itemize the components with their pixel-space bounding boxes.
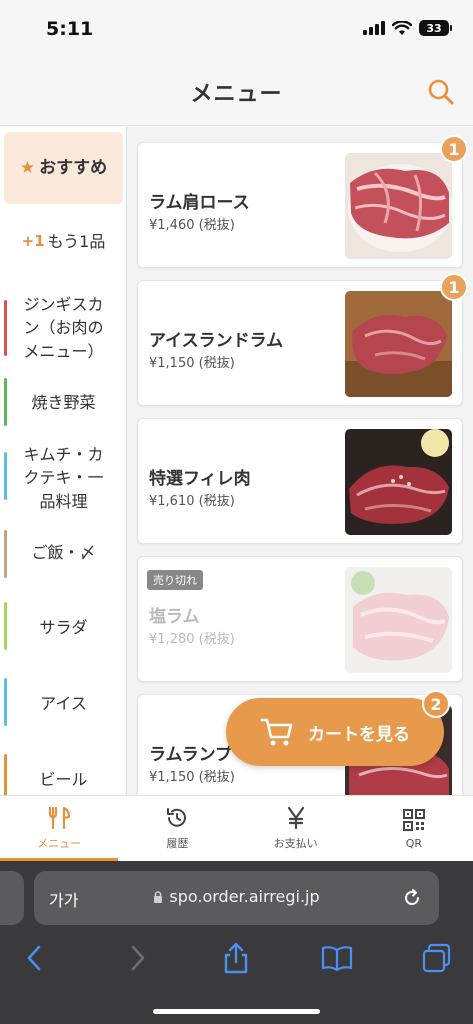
category-beer[interactable]: ビール <box>0 732 126 795</box>
menu-item-price: ¥1,280 (税抜) <box>149 632 235 647</box>
signal-icon <box>363 21 385 35</box>
plus-one-icon: +1 <box>21 232 45 251</box>
category-sidebar: ★ おすすめ +1 もう1品 ジンギスカ ン（お肉の メニュー） 焼き野菜 キム… <box>0 127 127 795</box>
fork-knife-icon <box>49 806 71 830</box>
tab-qr[interactable]: QR <box>355 796 473 861</box>
category-color-bar <box>4 678 7 726</box>
status-icons: 33 <box>363 20 452 36</box>
category-label: アイス <box>40 694 87 714</box>
reload-icon[interactable] <box>401 887 423 909</box>
category-label: おすすめ <box>39 157 108 178</box>
search-icon[interactable] <box>427 78 455 106</box>
yen-icon <box>287 806 304 830</box>
url-text: spo.order.airregi.jp <box>169 887 320 906</box>
tab-label: QR <box>405 836 423 850</box>
tabs-icon[interactable] <box>420 941 454 975</box>
category-label: ご飯・〆 <box>31 543 96 563</box>
category-color-bar <box>4 530 7 578</box>
tab-payment[interactable]: お支払い <box>237 796 355 861</box>
share-icon[interactable] <box>219 941 253 975</box>
category-recommended[interactable]: ★ おすすめ <box>4 132 123 204</box>
category-label: サラダ <box>39 618 88 638</box>
page-title: メニュー <box>190 82 283 107</box>
sold-out-badge: 売り切れ <box>147 570 203 590</box>
quantity-badge: 1 <box>440 135 468 163</box>
category-color-bar <box>4 378 7 426</box>
category-rice[interactable]: ご飯・〆 <box>0 526 126 580</box>
menu-item-price: ¥1,460 (税抜) <box>149 218 235 233</box>
category-label: ビール <box>39 770 88 790</box>
category-grilled-vegetables[interactable]: 焼き野菜 <box>0 376 126 430</box>
menu-item-name: アイスランドラム <box>149 331 284 351</box>
history-icon <box>167 808 187 827</box>
bottom-tab-bar: メニュー 履歴 お支払い QR <box>0 795 473 861</box>
lock-icon <box>154 891 163 903</box>
menu-item-photo <box>345 153 452 259</box>
home-indicator <box>153 1009 320 1014</box>
category-ice[interactable]: アイス <box>0 656 126 732</box>
star-icon: ★ <box>19 157 36 178</box>
menu-item-name: 特選フィレ肉 <box>149 469 251 489</box>
category-color-bar <box>4 452 7 500</box>
menu-item-card-sold-out[interactable]: 売り切れ 塩ラム ¥1,280 (税抜) <box>137 556 463 682</box>
cart-icon <box>260 718 293 746</box>
tab-history[interactable]: 履歴 <box>118 796 236 861</box>
browser-chrome: 가가 spo.order.airregi.jp <box>0 861 473 1024</box>
status-bar: 5:11 33 <box>0 0 473 58</box>
view-cart-button[interactable]: カートを見る 2 <box>226 690 450 766</box>
category-label: キムチ・カ クテキ・一 品料理 <box>23 445 104 511</box>
menu-item-photo <box>345 429 452 535</box>
tab-label: 履歴 <box>166 837 189 850</box>
category-color-bar <box>4 300 7 356</box>
forward-icon[interactable] <box>120 941 154 975</box>
back-icon[interactable] <box>18 941 52 975</box>
category-label: もう1品 <box>47 232 106 252</box>
cart-count-badge: 2 <box>422 690 450 718</box>
menu-item-price: ¥1,610 (税抜) <box>149 494 235 509</box>
wifi-icon <box>392 20 412 35</box>
app-header: メニュー <box>0 58 473 126</box>
category-label: 焼き野菜 <box>31 393 96 413</box>
category-one-more[interactable]: +1 もう1品 <box>0 204 126 280</box>
category-jingisukan[interactable]: ジンギスカ ン（お肉の メニュー） <box>0 280 126 376</box>
quantity-badge: 1 <box>440 273 468 301</box>
category-color-bar <box>4 754 7 795</box>
menu-item-photo <box>345 291 452 397</box>
previous-tab-preview[interactable] <box>0 871 24 925</box>
qr-code-icon <box>402 808 425 831</box>
menu-item-photo <box>345 567 452 673</box>
bookmarks-icon[interactable] <box>320 941 354 975</box>
category-salad[interactable]: サラダ <box>0 580 126 656</box>
browser-toolbar <box>0 941 473 981</box>
menu-item-card[interactable]: ラム肩ロース ¥1,460 (税抜) 1 <box>137 135 468 268</box>
category-color-bar <box>4 602 7 650</box>
view-cart-label: カートを見る <box>308 724 410 745</box>
menu-item-name: ラム肩ロース <box>149 193 250 213</box>
menu-item-name: ラムランプ <box>149 745 233 765</box>
menu-item-price: ¥1,150 (税抜) <box>149 356 235 371</box>
category-kimchi[interactable]: キムチ・カ クテキ・一 品料理 <box>0 430 126 526</box>
category-label: ジンギスカ ン（お肉の メニュー） <box>23 295 104 361</box>
tab-label: お支払い <box>273 837 318 850</box>
battery-icon: 33 <box>419 20 452 36</box>
menu-item-price: ¥1,150 (税抜) <box>149 770 235 785</box>
tab-menu[interactable]: メニュー <box>0 796 119 861</box>
menu-list[interactable]: ラム肩ロース ¥1,460 (税抜) 1 アイスランドラム ¥1,150 (税抜… <box>127 127 473 795</box>
battery-level: 33 <box>426 21 442 35</box>
address-bar[interactable]: 가가 spo.order.airregi.jp <box>34 871 439 925</box>
status-time: 5:11 <box>46 18 94 40</box>
menu-item-card[interactable]: 特選フィレ肉 ¥1,610 (税抜) <box>137 418 463 544</box>
menu-item-card[interactable]: アイスランドラム ¥1,150 (税抜) 1 <box>137 273 468 406</box>
url-display: spo.order.airregi.jp <box>34 887 439 906</box>
menu-item-name: 塩ラム <box>149 607 200 627</box>
tab-label: メニュー <box>37 837 82 850</box>
